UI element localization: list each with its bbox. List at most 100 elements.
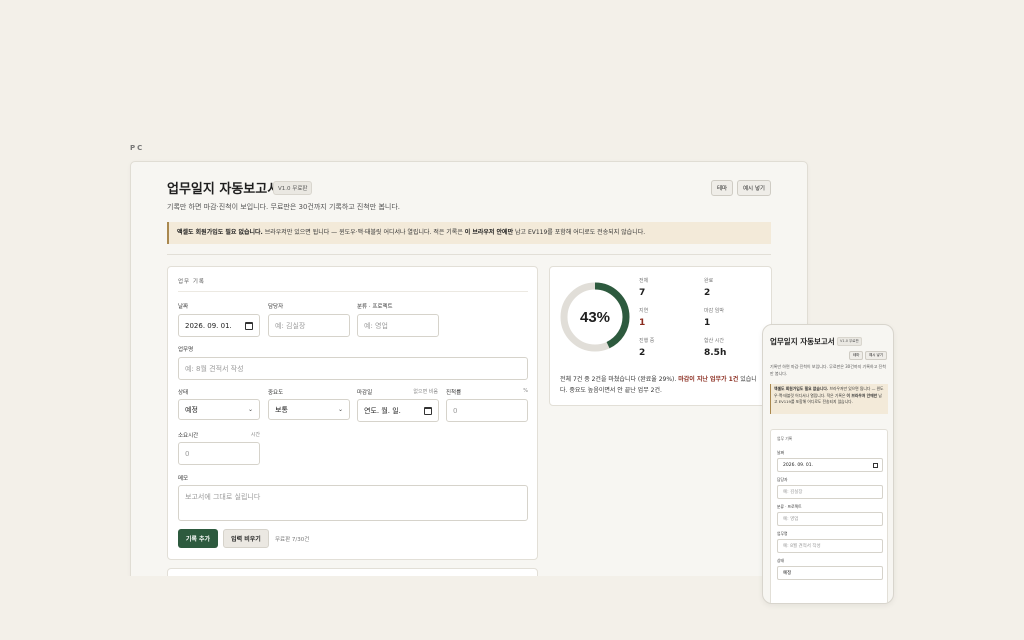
mobile-task-placeholder: 예: 8월 견적서 작성 [783,544,821,549]
owner-input[interactable]: 예: 김실장 [268,314,350,337]
notice-text2: 남고 EV119를 포함해 어디로도 전송되지 않습니다. [513,229,646,236]
hours-unit: 시간 [250,432,260,438]
divider [167,254,771,255]
privacy-notice: 액셀도 회원가입도 필요 없습니다. 브라우저만 있으면 됩니다 — 윈도우·맥… [167,222,771,244]
mobile-subtitle: 기록만 하면 마감·진척이 보입니다. 무료판은 30건까지 기록하고 진척만 … [770,364,886,376]
mobile-sample-button[interactable]: 예시 넣기 [865,351,887,360]
mobile-card-title: 업무 기록 [777,436,793,441]
stat-label-due-soon: 마감 임박 [704,308,724,314]
sample-button[interactable]: 예시 넣기 [737,180,771,196]
mobile-notice-bold: 액셀도 회원가입도 필요 없습니다. [774,386,829,391]
calendar-icon[interactable] [873,463,878,468]
form-card-rule [178,291,528,292]
mobile-task-input[interactable]: 예: 8월 견적서 작성 [777,539,883,553]
form-card-title: 업무 기록 [178,279,205,285]
mobile-status-value: 예정 [783,571,792,576]
quota-text: 무료판 7/30건 [275,537,310,543]
mobile-date-input[interactable]: 2026. 09. 01. [777,458,883,472]
mobile-category-input[interactable]: 예: 영업 [777,512,883,526]
stat-value-hours: 8.5h [704,348,727,358]
hours-label: 소요시간 [178,433,199,439]
notice-bold2: 이 브라우저 안에만 [464,229,514,236]
calendar-icon[interactable] [424,407,432,415]
mobile-theme-button[interactable]: 테마 [849,351,864,360]
progress-input[interactable]: 0 [446,399,528,422]
mobile-title: 업무일지 자동보고서 [770,337,835,346]
stat-value-late: 1 [639,318,646,328]
mobile-date-value: 2026. 09. 01. [783,462,814,468]
pc-label: PC [130,144,145,152]
memo-label: 메모 [178,476,189,482]
mobile-preview: 업무일지 자동보고서 V1.0 무료판 테마 예시 넣기 기록만 하면 마감·진… [762,324,894,604]
progress-unit: % [523,388,528,394]
due-date-input[interactable]: 연도. 월. 일. [357,399,439,422]
owner-placeholder: 예: 김실장 [275,321,306,330]
stat-label-done: 완료 [704,278,714,284]
mobile-notice: 액셀도 회원가입도 필요 없습니다. 브라우저만 있으면 됩니다 — 윈도우·맥… [770,384,888,414]
memo-textarea[interactable]: 보고서에 그대로 실립니다 [178,485,528,521]
add-record-button[interactable]: 기록 추가 [178,529,218,548]
calendar-icon[interactable] [245,322,253,330]
owner-label: 담당자 [268,304,284,310]
stat-value-total: 7 [639,288,646,298]
summary-a: 전체 7건 중 2건을 마쳤습니다 (완료율 29%). [560,376,679,383]
progress-placeholder: 0 [453,406,458,415]
percent-text: 43% [580,309,610,326]
notice-bold: 액셀도 회원가입도 필요 없습니다. [177,229,263,236]
stat-label-total: 전체 [639,278,649,284]
status-select[interactable]: 예정 ⌄ [178,399,260,420]
hours-placeholder: 0 [185,449,190,458]
progress-card: 43% 전체 7 완료 2 지연 1 마감 임박 1 진행 중 2 합산 시간 … [549,266,772,406]
date-input[interactable]: 2026. 09. 01. [178,314,260,337]
priority-value: 보통 [275,405,288,414]
mobile-version-badge: V1.0 무료판 [837,337,862,346]
task-placeholder: 예: 8월 견적서 작성 [185,364,244,373]
category-input[interactable]: 예: 영업 [357,314,439,337]
summary-warning: 마감이 지난 업무가 1건 [678,376,739,383]
mobile-status-label: 상태 [777,558,784,563]
date-label: 날짜 [178,304,189,310]
mobile-category-label: 분류 · 프로젝트 [777,504,802,509]
mobile-notice-bold2: 이 브라우저 안에만 [846,392,878,398]
desktop-frame: 업무일지 자동보고서 V1.0 무료판 기록만 하면 마감·진척이 보입니다. … [130,161,808,581]
due-hint: 없으면 비움 [413,389,438,395]
page-subtitle: 기록만 하면 마감·진척이 보입니다. 무료판은 30건까지 기록하고 진척만 … [167,203,401,211]
date-value: 2026. 09. 01. [185,321,232,330]
category-placeholder: 예: 영업 [364,321,388,330]
chevron-down-icon: ⌄ [247,406,253,413]
mobile-form-card: 업무 기록 날짜 2026. 09. 01. 담당자 예: 김실장 분류 · 프… [770,429,888,603]
mobile-date-label: 날짜 [777,450,784,455]
memo-placeholder: 보고서에 그대로 실립니다 [185,493,261,501]
page-title: 업무일지 자동보고서 [167,182,280,197]
mobile-owner-label: 담당자 [777,477,788,482]
notice-text: 브라우저만 있으면 됩니다 — 윈도우·맥·태블릿 어디서나 열립니다. 적은 … [262,229,465,236]
entry-form-card: 업무 기록 날짜 2026. 09. 01. 담당자 예: 김실장 분류 · 프… [167,266,538,560]
stat-label-late: 지연 [639,308,649,314]
priority-label: 중요도 [268,390,284,396]
mobile-owner-input[interactable]: 예: 김실장 [777,485,883,499]
progress-ring: 43% [560,282,630,352]
task-input[interactable]: 예: 8월 견적서 작성 [178,357,528,380]
task-label: 업무명 [178,347,194,353]
stat-label-hours: 합산 시간 [704,338,724,344]
stat-value-due-soon: 1 [704,318,711,328]
theme-button[interactable]: 테마 [711,180,734,196]
status-value: 예정 [185,405,198,414]
progress-label: 진척률 [446,390,462,396]
mobile-status-select[interactable]: 예정 [777,566,883,580]
mobile-category-placeholder: 예: 영업 [783,517,799,522]
status-label: 상태 [178,390,189,396]
mobile-task-label: 업무명 [777,531,788,536]
stat-label-in-progress: 진행 중 [639,338,655,344]
mobile-owner-placeholder: 예: 김실장 [783,490,803,495]
chevron-down-icon: ⌄ [337,406,343,413]
clear-input-button[interactable]: 입력 비우기 [223,529,269,548]
stat-value-in-progress: 2 [639,348,646,358]
hours-input[interactable]: 0 [178,442,260,465]
category-label: 분류 · 프로젝트 [357,304,393,310]
priority-select[interactable]: 보통 ⌄ [268,399,350,420]
stat-value-done: 2 [704,288,711,298]
due-label: 마감일 [357,390,373,396]
due-placeholder: 연도. 월. 일. [364,406,401,415]
version-badge: V1.0 무료판 [273,181,313,195]
